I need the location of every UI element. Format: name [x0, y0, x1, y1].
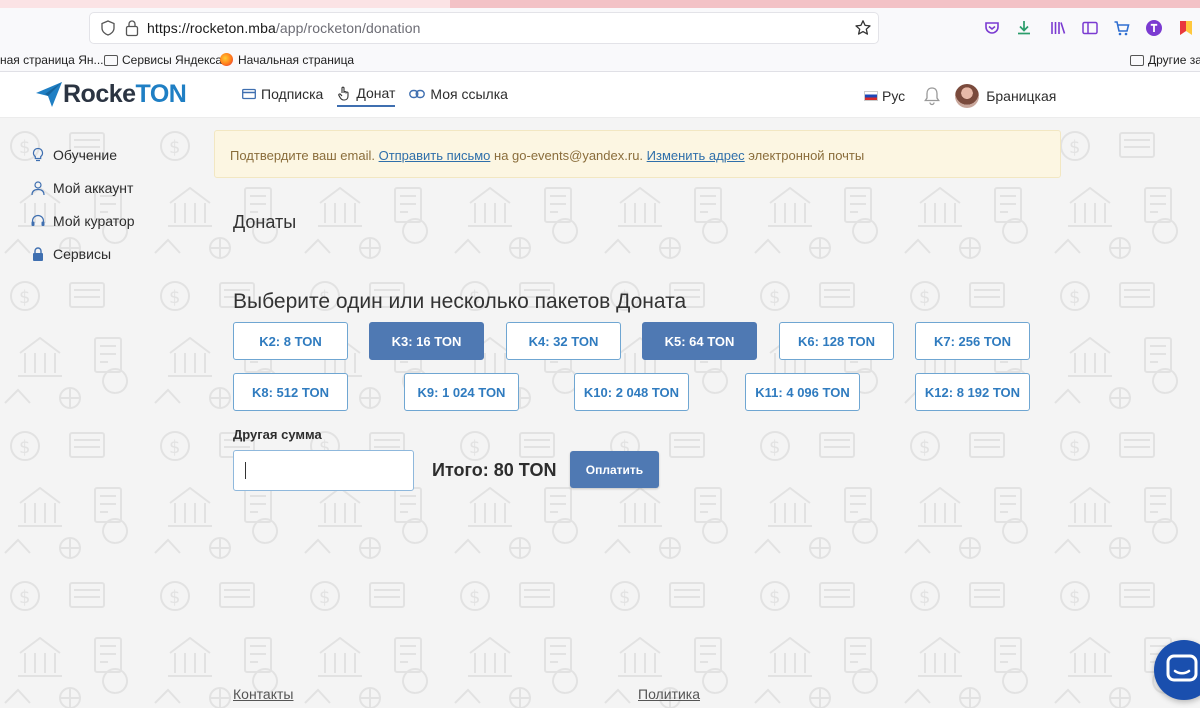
nav-item-donation[interactable]: Донат	[337, 85, 396, 107]
bookmark-item[interactable]: ная страница Ян...	[0, 53, 103, 67]
package-button[interactable]: K4: 32 TON	[506, 322, 621, 360]
sidebar-item-learning[interactable]: Обучение	[30, 138, 135, 171]
sidebar-item-label: Сервисы	[53, 245, 112, 262]
avatar[interactable]	[955, 84, 980, 108]
russia-flag-icon[interactable]	[864, 91, 878, 101]
logo-text: RockeTON	[63, 79, 187, 108]
chat-icon	[1166, 654, 1198, 682]
page-body: $ Обучение Мой аккаунт	[0, 118, 1200, 708]
library-icon[interactable]	[1048, 18, 1068, 38]
package-button[interactable]: K11: 4 096 TON	[745, 373, 860, 411]
address-bar[interactable]: https://rocketon.mba/app/rocketon/donati…	[90, 13, 878, 43]
top-navigation: Подписка Донат Моя ссылка	[242, 85, 522, 107]
sidebar-item-label: Обучение	[53, 146, 118, 163]
extension-t-icon[interactable]	[1144, 18, 1164, 38]
nav-label: Моя ссылка	[430, 86, 508, 102]
total-amount: Итого: 80 TON	[432, 460, 557, 480]
cart-icon[interactable]	[1112, 18, 1132, 38]
sidebar-item-services[interactable]: Сервисы	[30, 237, 135, 270]
background-pattern: $	[0, 118, 1200, 708]
nav-item-subscription[interactable]: Подписка	[242, 85, 323, 107]
bookmark-flag-icon[interactable]	[1176, 18, 1196, 38]
package-button[interactable]: K6: 128 TON	[779, 322, 894, 360]
change-address-link[interactable]: Изменить адрес	[647, 148, 745, 163]
lightbulb-icon	[32, 147, 44, 161]
send-email-link[interactable]: Отправить письмо	[379, 148, 491, 163]
package-button[interactable]: K8: 512 TON	[233, 373, 348, 411]
package-button[interactable]: K7: 256 TON	[915, 322, 1030, 360]
alert-text: на go-events@yandex.ru.	[490, 148, 647, 163]
folder-icon	[104, 55, 118, 66]
url-path: /app/rocketon/donation	[275, 20, 421, 36]
nav-item-my-link[interactable]: Моя ссылка	[409, 85, 508, 107]
lock-icon[interactable]	[124, 19, 140, 37]
download-icon[interactable]	[1014, 18, 1034, 38]
username[interactable]: Браницкая	[986, 88, 1056, 104]
headset-icon	[31, 214, 45, 226]
alert-text: электронной почты	[744, 148, 865, 163]
bookmark-star-icon[interactable]	[854, 19, 872, 37]
package-button[interactable]: K5: 64 TON	[642, 322, 757, 360]
site-header: RockeTON Подписка Донат Моя ссылка Рус Б…	[0, 72, 1200, 118]
rocket-logo-icon	[36, 82, 62, 107]
bookmarks-bar: ная страница Ян... Сервисы Яндекса Начал…	[0, 48, 1200, 72]
package-button[interactable]: K9: 1 024 TON	[404, 373, 519, 411]
shield-icon[interactable]	[100, 20, 116, 36]
folder-icon	[1130, 55, 1144, 66]
url-host: https://rocketon.mba	[147, 20, 276, 36]
nav-label: Подписка	[261, 86, 324, 102]
header-right: Рус Браницкая	[864, 84, 1056, 108]
other-amount-label: Другая сумма	[233, 427, 322, 442]
bell-icon[interactable]	[923, 86, 941, 106]
sidebar-item-label: Мой куратор	[53, 212, 135, 229]
sidebar: Обучение Мой аккаунт Мой куратор Сервисы	[30, 138, 135, 270]
alert-text: Подтвердите ваш email.	[230, 148, 379, 163]
other-amount-input[interactable]	[233, 450, 414, 491]
nav-label: Донат	[356, 85, 396, 101]
firefox-icon	[220, 53, 233, 66]
sidebar-item-my-curator[interactable]: Мой куратор	[30, 204, 135, 237]
user-icon	[31, 180, 45, 195]
footer-contacts-link[interactable]: Контакты	[233, 686, 293, 702]
card-icon	[242, 88, 256, 100]
email-confirm-alert: Подтвердите ваш email. Отправить письмо …	[214, 130, 1061, 178]
bookmark-item[interactable]: Сервисы Яндекса	[104, 53, 222, 67]
lock-icon	[33, 246, 43, 261]
package-button[interactable]: K3: 16 TON	[369, 322, 484, 360]
package-button[interactable]: K2: 8 TON	[233, 322, 348, 360]
hand-pointer-icon	[338, 86, 349, 101]
sidebar-toggle-icon[interactable]	[1080, 18, 1100, 38]
site-logo[interactable]: RockeTON	[35, 78, 187, 110]
pay-button[interactable]: Оплатить	[570, 451, 659, 488]
language-selector[interactable]: Рус	[882, 88, 905, 104]
bookmark-item[interactable]: Начальная страница	[220, 53, 354, 67]
url-text[interactable]: https://rocketon.mba/app/rocketon/donati…	[147, 20, 420, 36]
browser-tab[interactable]	[0, 0, 450, 8]
text-caret	[245, 462, 246, 479]
browser-toolbar: https://rocketon.mba/app/rocketon/donati…	[0, 8, 1200, 48]
package-button[interactable]: K12: 8 192 TON	[915, 373, 1030, 411]
bookmark-item[interactable]: Другие зак	[1130, 53, 1200, 67]
browser-tab-strip	[0, 0, 1200, 8]
sidebar-item-label: Мой аккаунт	[53, 179, 134, 196]
page-title: Донаты	[233, 212, 297, 232]
footer-policy-link[interactable]: Политика	[638, 686, 700, 702]
pocket-icon[interactable]	[982, 18, 1002, 38]
section-title: Выберите один или несколько пакетов Дона…	[233, 290, 687, 313]
package-button[interactable]: K10: 2 048 TON	[574, 373, 689, 411]
link-icon	[409, 89, 426, 99]
sidebar-item-my-account[interactable]: Мой аккаунт	[30, 171, 135, 204]
